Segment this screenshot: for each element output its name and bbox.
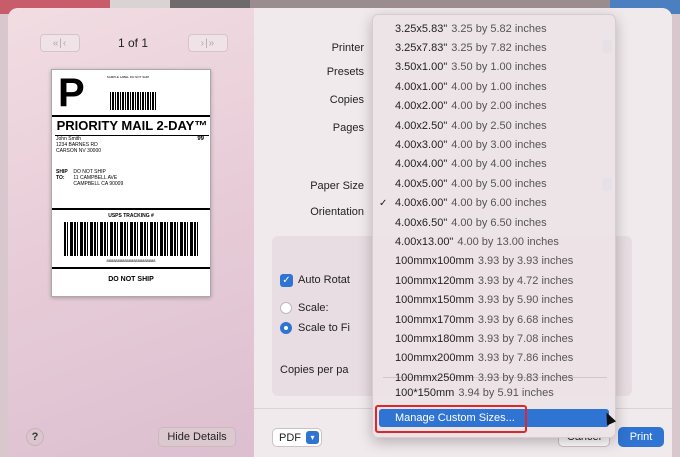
pdf-menu-button[interactable]: PDF ▾ xyxy=(272,428,322,447)
copies-per-page-label: Copies per pa xyxy=(280,364,349,376)
auto-rotate-checkbox[interactable]: ✓ xyxy=(280,274,293,287)
menu-item-paper-size[interactable]: 4.00x1.00" 4.00 by 1.00 inches xyxy=(373,77,617,96)
chevron-down-icon: ▾ xyxy=(306,431,319,444)
tracking-barcode xyxy=(64,222,198,256)
checkmark-icon: ✓ xyxy=(379,197,388,209)
menu-item-paper-size[interactable]: 4.00x13.00" 4.00 by 13.00 inches xyxy=(373,232,617,251)
hide-details-button[interactable]: Hide Details xyxy=(158,427,236,447)
scale-label: Scale: xyxy=(298,302,329,314)
zone-number: 99 xyxy=(197,136,204,142)
do-not-ship-text: DO NOT SHIP xyxy=(108,276,154,283)
prev-page-button[interactable]: «|‹ xyxy=(40,34,80,52)
shipping-label-preview: P SAMPLE LABEL DO NOT SHIP PRIORITY MAIL… xyxy=(51,69,211,297)
orientation-label: Orientation xyxy=(310,206,364,218)
paper-size-menu: 100*150mm 3.94 by 5.91 inches Manage Cust… xyxy=(372,14,616,438)
auto-rotate-label: Auto Rotat xyxy=(298,274,350,286)
from-address: John Smith 1234 BARNES RD CARSON NV 3000… xyxy=(56,136,102,154)
menu-item-paper-size[interactable]: 4.00x5.00" 4.00 by 5.00 inches xyxy=(373,174,617,193)
menu-item-paper-size[interactable]: 3.50x1.00" 3.50 by 1.00 inches xyxy=(373,58,617,77)
menu-item-paper-size[interactable]: 100mmx170mm 3.93 by 6.68 inches xyxy=(373,310,617,329)
help-button[interactable]: ? xyxy=(26,428,44,446)
print-dialog: «|‹ 1 of 1 ›|» P SAMPLE LABEL DO NOT SHI… xyxy=(8,8,672,457)
menu-item-paper-size[interactable]: 100mmx200mm 3.93 by 7.86 inches xyxy=(373,349,617,368)
scale-radio[interactable] xyxy=(280,302,292,314)
presets-label: Presets xyxy=(326,66,364,78)
menu-item-paper-size[interactable]: 100mmx250mm 3.93 by 9.83 inches xyxy=(373,368,617,387)
menu-item-paper-size[interactable]: 4.00x2.00" 4.00 by 2.00 inches xyxy=(373,97,617,116)
service-title: PRIORITY MAIL 2-DAY™ xyxy=(55,118,209,136)
page-navigator: «|‹ 1 of 1 ›|» xyxy=(32,30,232,52)
priority-letter: P xyxy=(58,71,85,115)
menu-item-paper-size[interactable]: 100mmx150mm 3.93 by 5.90 inches xyxy=(373,291,617,310)
menu-item-paper-size[interactable]: 4.00x6.50" 4.00 by 6.50 inches xyxy=(373,213,617,232)
small-barcode xyxy=(110,92,156,110)
next-page-button[interactable]: ›|» xyxy=(188,34,228,52)
menu-item-paper-size[interactable]: 3.25x5.83" 3.25 by 5.82 inches xyxy=(373,19,617,38)
paper-size-label: Paper Size xyxy=(310,180,364,192)
menu-item-paper-size[interactable]: 100mmx120mm 3.93 by 4.72 inches xyxy=(373,271,617,290)
menu-item-paper-size[interactable]: 4.00x3.00" 4.00 by 3.00 inches xyxy=(373,135,617,154)
highlight-box xyxy=(375,405,527,433)
menu-item-paper-size[interactable]: 100mmx100mm 3.93 by 3.93 inches xyxy=(373,252,617,271)
tracking-title: USPS TRACKING # xyxy=(52,208,210,219)
ship-to-address: SHIP TO: DO NOT SHIP 11 CAMPBELL AVE CAM… xyxy=(56,169,124,187)
pages-label: Pages xyxy=(332,122,364,134)
menu-item-paper-size[interactable]: 3.25x7.83" 3.25 by 7.82 inches xyxy=(373,38,617,57)
menu-item-paper-size[interactable]: 100mmx180mm 3.93 by 7.08 inches xyxy=(373,329,617,348)
menu-item-paper-size[interactable]: 4.00x4.00" 4.00 by 4.00 inches xyxy=(373,155,617,174)
scale-to-fit-label: Scale to Fi xyxy=(298,322,350,334)
scale-to-fit-radio[interactable] xyxy=(280,322,292,334)
label-small-header: SAMPLE LABEL DO NOT SHIP xyxy=(106,75,150,79)
page-label: 1 of 1 xyxy=(118,36,149,50)
tracking-number: 8888888888888888888888 xyxy=(52,258,210,269)
copies-label: Copies xyxy=(329,94,364,106)
menu-item-paper-size[interactable]: ✓ 4.00x6.00" 4.00 by 6.00 inches xyxy=(373,194,617,213)
printer-label: Printer xyxy=(331,42,364,54)
preview-pane: «|‹ 1 of 1 ›|» P SAMPLE LABEL DO NOT SHI… xyxy=(8,8,254,457)
menu-item-paper-size[interactable]: 4.00x2.50" 4.00 by 2.50 inches xyxy=(373,116,617,135)
print-button[interactable]: Print xyxy=(618,427,664,447)
